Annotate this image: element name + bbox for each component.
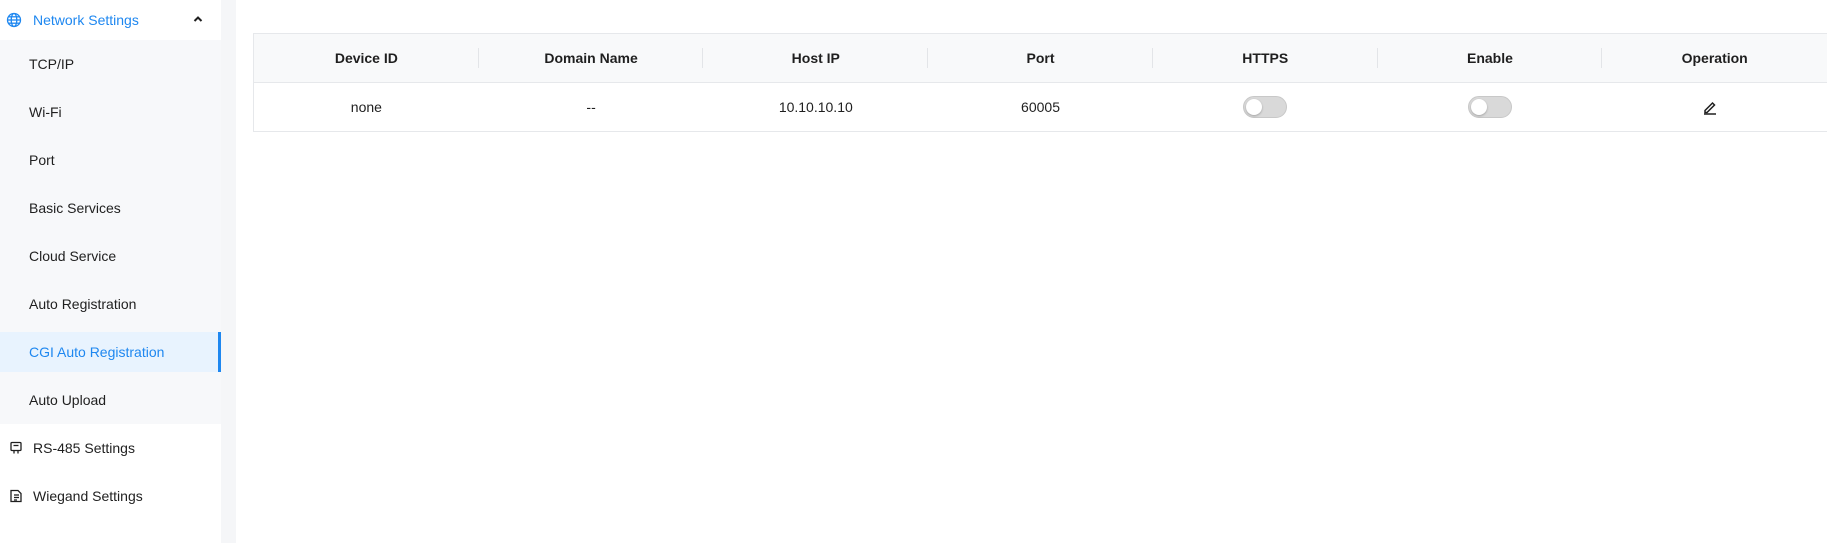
column-header-operation: Operation — [1681, 50, 1748, 66]
column-header-https: HTTPS — [1153, 34, 1378, 82]
sidebar-group-network-settings[interactable]: Network Settings — [0, 0, 221, 40]
sidebar-group-label: Network Settings — [33, 12, 139, 28]
cell-domain-name: -- — [586, 99, 596, 115]
table-row: none -- 10.10.10.10 60005 — [254, 83, 1827, 131]
sidebar-item-label: Port — [29, 152, 55, 168]
sidebar-item-label: Auto Upload — [29, 392, 107, 408]
sidebar-item-wiegand-settings[interactable]: Wiegand Settings — [0, 472, 221, 520]
column-header-host-ip: Host IP — [703, 34, 928, 82]
sidebar-item-port[interactable]: Port — [0, 136, 221, 184]
https-toggle[interactable] — [1243, 96, 1288, 118]
sidebar-item-cgi-auto-registration[interactable]: CGI Auto Registration — [0, 332, 221, 372]
sidebar-item-label: Wi-Fi — [29, 104, 62, 120]
cell-host-ip: 10.10.10.10 — [778, 99, 853, 115]
toggle-knob — [1246, 99, 1263, 115]
enable-toggle[interactable] — [1467, 96, 1512, 118]
sidebar: Network Settings TCP/IP Wi-Fi Port Basic… — [0, 0, 221, 543]
sidebar-item-label: Auto Registration — [29, 296, 137, 312]
wiegand-icon — [8, 488, 24, 504]
toggle-knob — [1470, 99, 1487, 115]
column-header-port: Port — [928, 34, 1153, 82]
edit-icon[interactable] — [1701, 98, 1719, 116]
network-settings-submenu: TCP/IP Wi-Fi Port Basic Services Cloud S… — [0, 40, 221, 424]
sidebar-item-auto-upload[interactable]: Auto Upload — [0, 376, 221, 424]
sidebar-item-label: TCP/IP — [29, 56, 75, 72]
column-header-enable: Enable — [1378, 34, 1603, 82]
sidebar-item-cloud-service[interactable]: Cloud Service — [0, 232, 221, 280]
content-gutter — [221, 0, 236, 543]
cell-device-id: none — [350, 99, 382, 115]
serial-port-icon — [8, 440, 24, 456]
sidebar-item-label: Basic Services — [29, 200, 121, 216]
column-header-domain-name: Domain Name — [479, 34, 704, 82]
main-content: Device ID Domain Name Host IP Port HTTPS… — [236, 0, 1827, 543]
sidebar-item-auto-registration[interactable]: Auto Registration — [0, 280, 221, 328]
cell-enable — [1378, 83, 1603, 131]
sidebar-item-label: RS-485 Settings — [33, 440, 135, 456]
sidebar-item-tcp-ip[interactable]: TCP/IP — [0, 40, 221, 88]
sidebar-item-label: Wiegand Settings — [33, 488, 143, 504]
sidebar-item-rs485-settings[interactable]: RS-485 Settings — [0, 424, 221, 472]
column-header-device-id: Device ID — [254, 34, 479, 82]
cell-port: 60005 — [1021, 99, 1060, 115]
globe-icon — [6, 12, 22, 28]
sidebar-item-basic-services[interactable]: Basic Services — [0, 184, 221, 232]
table-header: Device ID Domain Name Host IP Port HTTPS… — [254, 34, 1827, 83]
cgi-registration-table: Device ID Domain Name Host IP Port HTTPS… — [253, 33, 1827, 132]
cell-operation — [1602, 83, 1827, 131]
cell-https — [1153, 83, 1378, 131]
chevron-up-icon[interactable] — [191, 12, 205, 26]
sidebar-item-wi-fi[interactable]: Wi-Fi — [0, 88, 221, 136]
sidebar-item-label: Cloud Service — [29, 248, 117, 264]
sidebar-item-label: CGI Auto Registration — [29, 344, 165, 360]
